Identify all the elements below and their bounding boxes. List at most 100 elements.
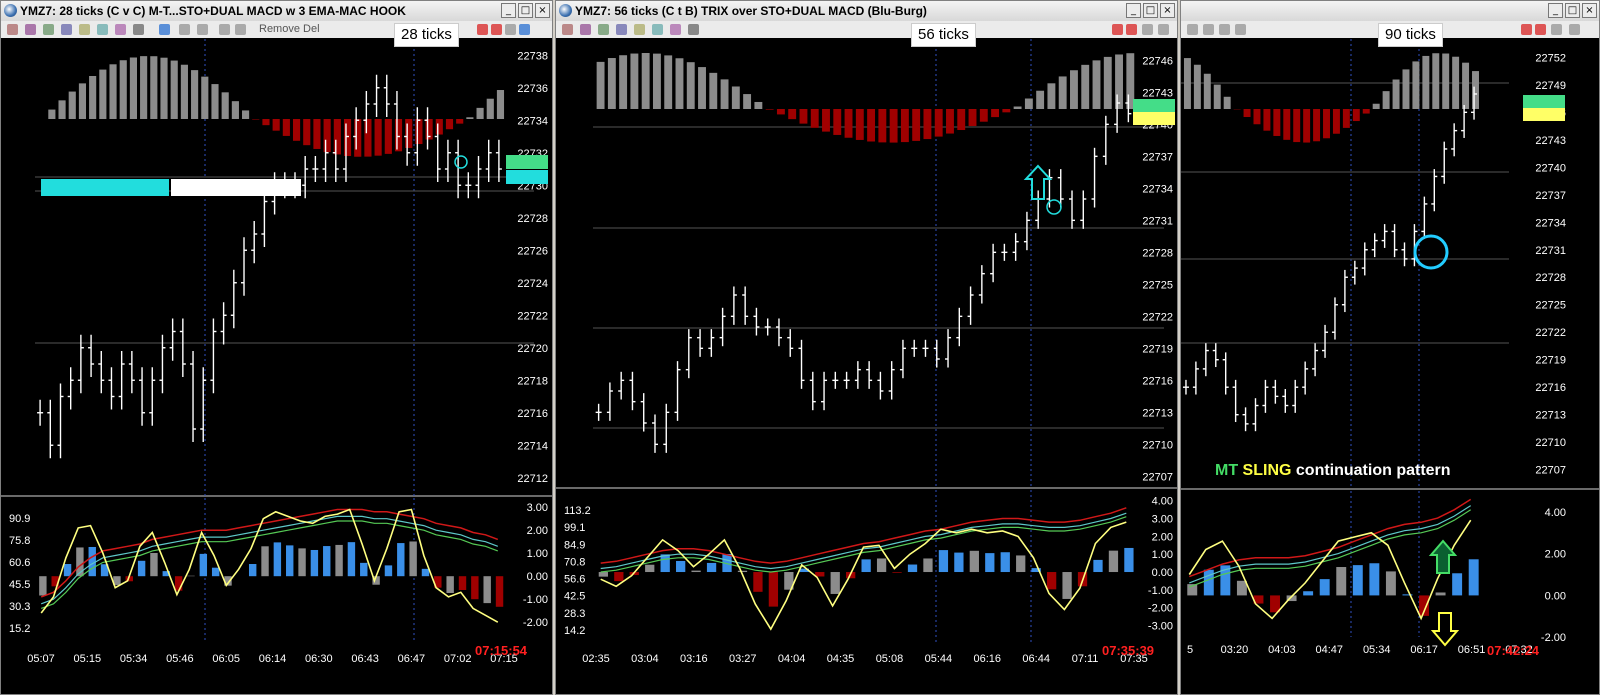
trix-histogram-bar <box>191 70 199 119</box>
oscillator-histogram-bar <box>830 572 840 594</box>
oscillator-axis-label: 0.00 <box>1152 567 1173 579</box>
trix-histogram-bar <box>1092 60 1101 109</box>
oscillator-histogram-bar <box>907 564 918 573</box>
oscillator-left-axis-label: 42.5 <box>564 591 585 603</box>
oscillator-axis-label: 2.00 <box>1152 531 1173 543</box>
chart-canvas-28-ticks[interactable]: 2273822736227342273222730227282272622724… <box>1 1 553 695</box>
trix-histogram-bar <box>180 64 188 119</box>
trix-histogram-bar <box>957 109 966 131</box>
trix-histogram-bar <box>1273 109 1281 136</box>
oscillator-histogram-bar <box>174 576 183 591</box>
time-axis-label: 05:34 <box>120 653 148 665</box>
oscillator-left-axis-label: 14.2 <box>564 625 585 637</box>
price-tag-box <box>506 155 548 169</box>
oscillator-histogram-bar <box>1435 592 1446 596</box>
trix-histogram-bar <box>1323 109 1330 139</box>
trix-histogram-bar <box>822 109 830 132</box>
oscillator-axis-label: 4.00 <box>1152 496 1173 508</box>
oscillator-axis-label: 2.00 <box>527 525 548 537</box>
trix-histogram-bar <box>1293 109 1301 143</box>
price-axis-label: 22736 <box>517 83 548 95</box>
price-axis-label: 22731 <box>1142 215 1173 227</box>
trix-histogram-bar <box>1103 56 1112 109</box>
trix-histogram-bar <box>1036 90 1045 109</box>
time-axis-label: 03:20 <box>1221 644 1249 656</box>
trix-histogram-bar <box>292 119 301 141</box>
chart-background <box>556 38 1177 694</box>
price-axis-label: 22714 <box>517 440 548 452</box>
trix-histogram-bar <box>1392 79 1400 109</box>
oscillator-histogram-bar <box>1319 579 1330 596</box>
trix-histogram-bar <box>405 119 413 148</box>
price-axis-label: 22718 <box>517 375 548 387</box>
chart-window-56-ticks[interactable]: YMZ7: 56 ticks (C t B) TRIX over STO+DUA… <box>555 0 1178 695</box>
oscillator-histogram-bar <box>1046 572 1057 590</box>
oscillator-histogram-bar <box>397 543 405 577</box>
price-axis-label: 22720 <box>517 343 548 355</box>
price-axis-label: 22712 <box>517 473 548 485</box>
oscillator-histogram-bar <box>706 562 717 573</box>
oscillator-histogram-bar <box>598 572 609 577</box>
oscillator-histogram-bar <box>876 558 887 573</box>
chart-canvas-56-ticks[interactable]: 2274622743227402273722734227312272822725… <box>556 1 1178 695</box>
time-axis-label: 03:16 <box>680 653 708 665</box>
oscillator-histogram-bar <box>938 550 949 573</box>
ticks-label: 28 ticks <box>394 23 459 47</box>
oscillator-axis-label: -2.00 <box>523 617 548 629</box>
chart-window-90-ticks[interactable]: _ □ × 2275222749227462274322740227372273… <box>1180 0 1600 695</box>
oscillator-left-axis-label: 90.9 <box>9 513 30 525</box>
trix-histogram-bar <box>979 109 988 122</box>
ticks-label: 56 ticks <box>911 23 976 47</box>
trix-histogram-bar <box>630 53 639 109</box>
oscillator-axis-label: 1.00 <box>1152 549 1173 561</box>
price-axis-label: 22724 <box>517 278 548 290</box>
chart-canvas-90-ticks[interactable]: 2275222749227462274322740227372273422731… <box>1181 1 1600 695</box>
trix-histogram-bar <box>1002 109 1011 113</box>
oscillator-axis-label: 3.00 <box>527 502 548 514</box>
trix-histogram-bar <box>844 109 853 138</box>
price-axis-label: 22707 <box>1142 471 1173 483</box>
price-tag-box <box>506 170 548 184</box>
trix-histogram-bar <box>313 119 321 149</box>
oscillator-histogram-bar <box>483 576 491 604</box>
oscillator-left-axis-label: 30.3 <box>9 601 30 613</box>
trix-histogram-bar <box>109 64 117 119</box>
oscillator-axis-label: -1.00 <box>1148 585 1173 597</box>
trix-histogram-bar <box>221 92 229 119</box>
trix-histogram-bar <box>1313 109 1321 142</box>
time-axis-label: 06:05 <box>212 653 240 665</box>
oscillator-histogram-bar <box>63 564 72 577</box>
price-axis-label: 22716 <box>517 408 548 420</box>
time-axis-label: 04:03 <box>1268 644 1296 656</box>
oscillator-histogram-bar <box>446 576 454 593</box>
oscillator-axis-label: -1.00 <box>523 594 548 606</box>
trix-histogram-bar <box>619 55 628 109</box>
time-axis-label: 04:35 <box>827 653 855 665</box>
trix-histogram-bar <box>1263 109 1271 131</box>
trix-histogram-bar <box>709 72 718 109</box>
trix-histogram-bar <box>1058 76 1067 109</box>
trix-histogram-bar <box>272 119 280 131</box>
time-axis-label: 05:08 <box>876 653 904 665</box>
time-axis-label: 06:30 <box>305 653 333 665</box>
chart-window-28-ticks[interactable]: YMZ7: 28 ticks (C v C) M-T...STO+DUAL MA… <box>0 0 553 695</box>
trix-histogram-bar <box>1362 109 1370 114</box>
oscillator-histogram-bar <box>137 560 146 577</box>
trix-histogram-bar <box>1203 73 1211 109</box>
ticks-label: 90 ticks <box>1378 23 1443 47</box>
trix-histogram-bar <box>1024 98 1033 109</box>
oscillator-histogram-bar <box>1124 547 1134 573</box>
trix-histogram-bar <box>1223 96 1231 109</box>
trix-histogram-bar <box>333 119 341 155</box>
trix-histogram-bar <box>374 119 382 156</box>
oscillator-histogram-bar <box>985 553 995 573</box>
oscillator-histogram-bar <box>676 560 686 573</box>
trix-histogram-bar <box>435 119 443 135</box>
trix-histogram-bar <box>698 67 706 109</box>
trix-histogram-bar <box>89 75 97 119</box>
time-axis-label: 04:04 <box>778 653 806 665</box>
oscillator-axis-label: 4.00 <box>1545 507 1566 519</box>
trix-histogram-bar <box>466 117 474 119</box>
time-axis-label: 03:04 <box>631 653 659 665</box>
oscillator-histogram-bar <box>211 567 220 577</box>
